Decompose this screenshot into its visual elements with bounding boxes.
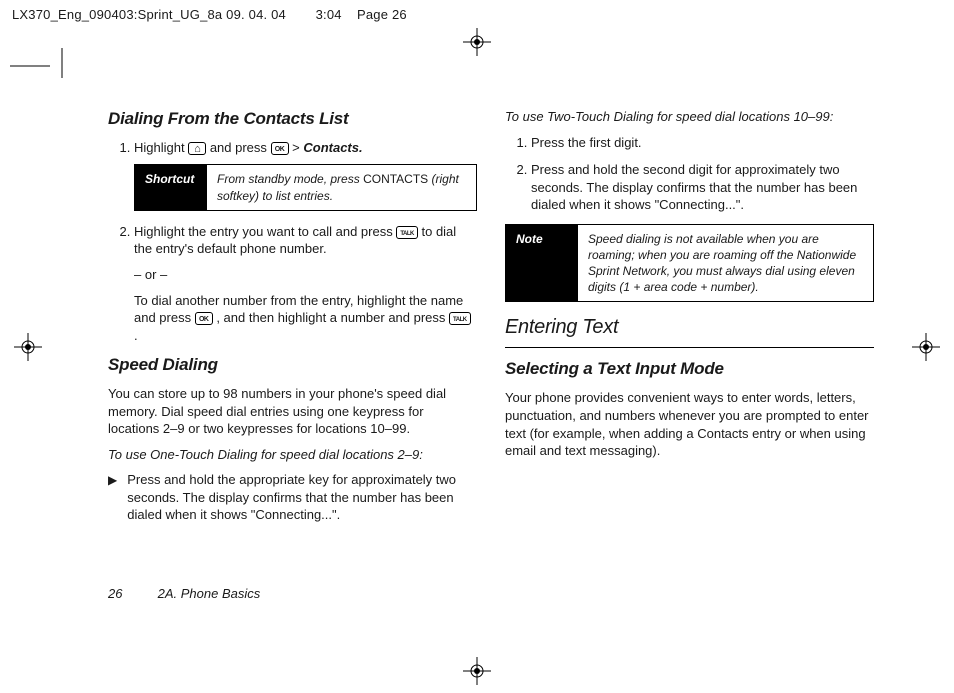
- registration-mark-icon: [912, 333, 940, 361]
- registration-mark-icon: [463, 657, 491, 685]
- page-number: 26: [108, 585, 154, 603]
- step2-alt: To dial another number from the entry, h…: [134, 292, 477, 345]
- shortcut-label: Shortcut: [135, 165, 207, 209]
- two-touch-steps: Press the first digit. Press and hold th…: [505, 134, 874, 214]
- page-columns: Dialing From the Contacts List Highlight…: [108, 108, 874, 613]
- step1-text-a: Highlight: [134, 140, 188, 155]
- or-divider: – or –: [134, 266, 477, 284]
- step2-d: , and then highlight a number and press: [213, 310, 449, 325]
- talk-icon: [449, 312, 471, 325]
- select-para: Your phone provides convenient ways to e…: [505, 389, 874, 459]
- section-title: 2A. Phone Basics: [158, 586, 261, 601]
- prepress-time: 3:04: [316, 7, 342, 22]
- step1-text-b: and press: [206, 140, 270, 155]
- column-right: To use Two-Touch Dialing for speed dial …: [505, 108, 874, 613]
- note-label: Note: [506, 225, 578, 302]
- registration-mark-icon: [14, 333, 42, 361]
- step2-a: Highlight the entry you want to call and…: [134, 224, 396, 239]
- column-left: Dialing From the Contacts List Highlight…: [108, 108, 477, 613]
- step-2: Highlight the entry you want to call and…: [134, 223, 477, 344]
- one-touch-heading: To use One-Touch Dialing for speed dial …: [108, 446, 477, 464]
- tt-step-1: Press the first digit.: [531, 134, 874, 152]
- talk-icon: [396, 226, 418, 239]
- home-icon: [188, 142, 206, 155]
- shortcut-text-b: CONTACTS: [363, 172, 428, 186]
- speed-para: You can store up to 98 numbers in your p…: [108, 385, 477, 438]
- one-touch-item: ▶ Press and hold the appropriate key for…: [108, 471, 477, 524]
- crop-mark-icon: [10, 48, 70, 93]
- heading-entering-text: Entering Text: [505, 314, 874, 341]
- shortcut-text: From standby mode, press CONTACTS (right…: [207, 165, 476, 209]
- registration-mark-icon: [463, 28, 491, 56]
- step2-e: .: [134, 328, 138, 343]
- heading-dialing-contacts: Dialing From the Contacts List: [108, 108, 477, 131]
- tt-step-2: Press and hold the second digit for appr…: [531, 161, 874, 214]
- prepress-header: LX370_Eng_090403:Sprint_UG_8a 09. 04. 04…: [12, 6, 942, 24]
- heading-speed-dialing: Speed Dialing: [108, 354, 477, 377]
- gt: >: [289, 140, 304, 155]
- arrow-icon: ▶: [108, 471, 117, 524]
- section-rule: [505, 347, 874, 348]
- one-touch-text: Press and hold the appropriate key for a…: [127, 471, 477, 524]
- note-box: Note Speed dialing is not available when…: [505, 224, 874, 303]
- heading-select-mode: Selecting a Text Input Mode: [505, 358, 874, 381]
- ok-icon: [271, 142, 289, 155]
- note-text: Speed dialing is not available when you …: [578, 225, 873, 302]
- page-footer: 26 2A. Phone Basics: [108, 585, 260, 603]
- one-touch-list: ▶ Press and hold the appropriate key for…: [108, 471, 477, 524]
- prepress-filename: LX370_Eng_090403:Sprint_UG_8a 09. 04. 04: [12, 7, 286, 22]
- step1-contacts: Contacts.: [303, 140, 362, 155]
- dialing-steps: Highlight and press > Contacts. Shortcut…: [108, 139, 477, 344]
- two-touch-heading: To use Two-Touch Dialing for speed dial …: [505, 108, 874, 126]
- step-1: Highlight and press > Contacts. Shortcut…: [134, 139, 477, 211]
- ok-icon: [195, 312, 213, 325]
- prepress-page: Page 26: [357, 7, 407, 22]
- shortcut-text-a: From standby mode, press: [217, 172, 363, 186]
- shortcut-box: Shortcut From standby mode, press CONTAC…: [134, 164, 477, 210]
